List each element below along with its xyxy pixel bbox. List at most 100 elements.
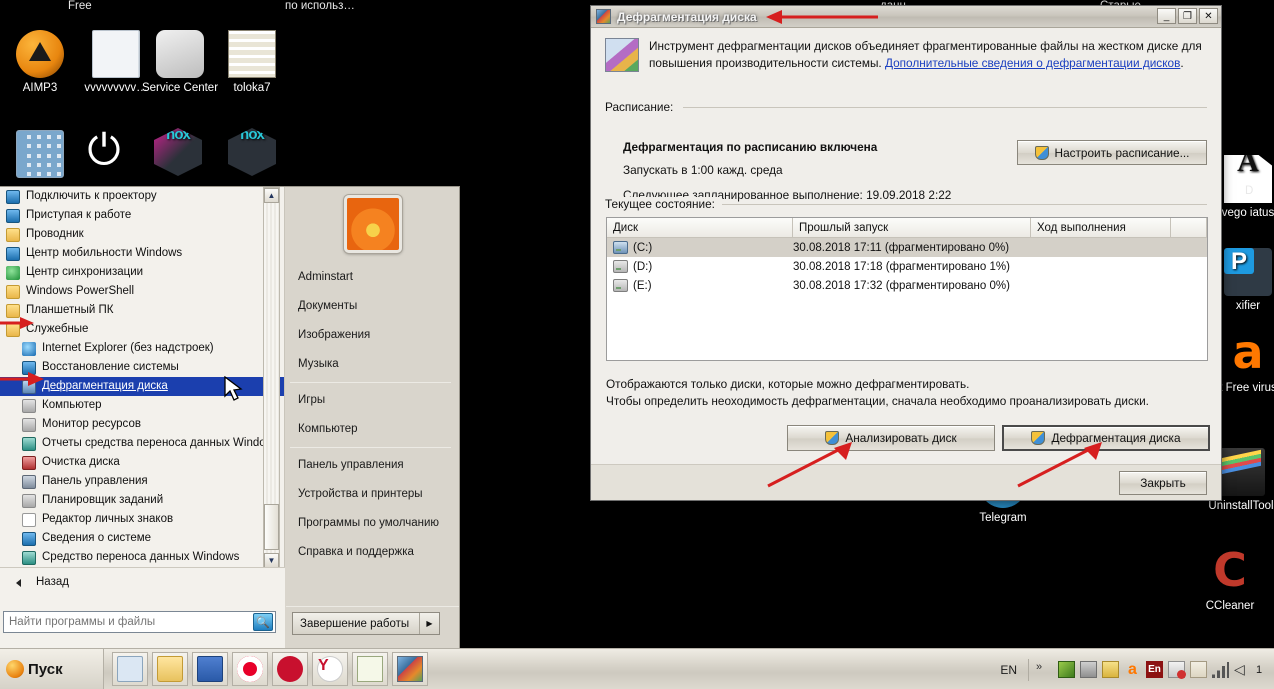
configure-schedule-button[interactable]: Настроить расписание... xyxy=(1017,140,1207,165)
desktop-icon-nox[interactable] xyxy=(214,128,290,180)
analyze-disk-button[interactable]: Анализировать диск xyxy=(787,425,995,451)
start-right-item-control-panel[interactable]: Панель управления xyxy=(286,451,459,480)
start-menu-program-list[interactable]: Подключить к проектору Приступая к работе… xyxy=(0,187,284,569)
taskbar-button-yandex[interactable]: Y xyxy=(312,652,348,686)
start-button[interactable]: Пуск xyxy=(0,649,104,689)
start-menu-item[interactable]: Дефрагментация диска xyxy=(0,377,284,396)
back-button[interactable]: Назад xyxy=(0,568,285,596)
disk-list-rows[interactable]: (C:) 30.08.2018 17:11 (фрагментировано 0%… xyxy=(607,238,1207,295)
start-menu-item[interactable]: Проводник xyxy=(0,225,284,244)
start-menu-item[interactable]: Компьютер xyxy=(0,396,284,415)
grey-window-icon[interactable] xyxy=(1080,661,1097,678)
nox-player-icon xyxy=(154,128,202,176)
start-menu-item[interactable]: Средство переноса данных Windows xyxy=(0,548,284,567)
disk-list[interactable]: Диск Прошлый запуск Ход выполнения (C:) 3… xyxy=(606,217,1208,361)
desktop-icon-power[interactable] xyxy=(66,128,142,180)
start-right-item-computer[interactable]: Компьютер xyxy=(286,415,459,444)
start-menu-item[interactable]: Windows PowerShell xyxy=(0,282,284,301)
menu-item-icon xyxy=(22,418,36,432)
start-menu-item[interactable]: Центр мобильности Windows xyxy=(0,244,284,263)
avast-icon[interactable]: a xyxy=(1124,661,1141,678)
start-right-item-pictures[interactable]: Изображения xyxy=(286,321,459,350)
quick-launch-bar[interactable]: Y xyxy=(112,652,428,686)
desktop-icon-aimp3[interactable]: AIMP3 xyxy=(2,30,78,95)
taskbar-button-defrag[interactable] xyxy=(392,652,428,686)
tray-language-indicator[interactable]: EN xyxy=(1000,663,1017,677)
start-menu-scrollbar[interactable]: ▲ ▼ xyxy=(263,187,280,569)
column-header-disk[interactable]: Диск xyxy=(607,218,793,237)
maximize-button[interactable]: ❐ xyxy=(1178,8,1197,24)
taskbar-button-explorer[interactable] xyxy=(152,652,188,686)
start-right-item-help-support[interactable]: Справка и поддержка xyxy=(286,538,459,567)
taskbar-button-opera[interactable] xyxy=(232,652,268,686)
menu-item-label: Восстановление системы xyxy=(42,361,179,373)
start-menu-item[interactable]: Планировщик заданий xyxy=(0,491,284,510)
scroll-up-icon[interactable]: ▲ xyxy=(264,188,279,203)
taskbar-button-save-floppy[interactable] xyxy=(192,652,228,686)
start-menu-item[interactable]: Монитор ресурсов xyxy=(0,415,284,434)
start-menu-item[interactable]: Панель управления xyxy=(0,472,284,491)
close-dialog-button[interactable]: Закрыть xyxy=(1119,471,1207,495)
menu-item-label: Средство переноса данных Windows xyxy=(42,551,240,563)
start-right-item-default-programs[interactable]: Программы по умолчанию xyxy=(286,509,459,538)
column-header-progress[interactable]: Ход выполнения xyxy=(1031,218,1171,237)
start-right-item-devices-printers[interactable]: Устройства и принтеры xyxy=(286,480,459,509)
menu-divider xyxy=(290,382,451,383)
start-menu-item[interactable]: Восстановление системы xyxy=(0,358,284,377)
window-titlebar[interactable]: Дефрагментация диска _ ❐ ✕ xyxy=(591,6,1221,28)
clock[interactable]: 1 xyxy=(1256,664,1270,676)
scrollbar-track[interactable] xyxy=(264,203,279,553)
column-header-last-run[interactable]: Прошлый запуск xyxy=(793,218,1031,237)
minimize-button[interactable]: _ xyxy=(1157,8,1176,24)
search-box[interactable]: 🔍 xyxy=(3,611,276,633)
desktop-icon-nox-player[interactable] xyxy=(140,128,216,180)
section-divider xyxy=(703,204,1207,205)
start-menu-item[interactable]: Подключить к проектору xyxy=(0,187,284,206)
start-right-item-documents[interactable]: Документы xyxy=(286,292,459,321)
menu-item-icon xyxy=(22,399,36,413)
more-info-link[interactable]: Дополнительные сведения о дефрагментации… xyxy=(885,56,1180,70)
clipboard-icon[interactable] xyxy=(1102,661,1119,678)
table-row[interactable]: (D:) 30.08.2018 17:18 (фрагментировано 1%… xyxy=(607,257,1207,276)
desktop-icon-toloka7[interactable]: toloka7 xyxy=(214,30,290,95)
start-menu-item[interactable]: Отчеты средства переноса данных Windo xyxy=(0,434,284,453)
desktop-icon-ccleaner[interactable]: CCleaner xyxy=(1192,548,1268,613)
volume-icon[interactable]: ◁ xyxy=(1234,661,1251,678)
start-menu-item[interactable]: Сведения о системе xyxy=(0,529,284,548)
start-menu-item[interactable]: Редактор личных знаков xyxy=(0,510,284,529)
shutdown-button[interactable]: Завершение работы ▶ xyxy=(292,612,440,635)
chevron-right-icon[interactable]: ▶ xyxy=(419,613,439,634)
start-menu-item[interactable]: Планшетный ПК xyxy=(0,301,284,320)
menu-item-icon xyxy=(22,342,36,356)
taskbar-button-calculator[interactable] xyxy=(112,652,148,686)
hand-tool-icon[interactable] xyxy=(1190,661,1207,678)
defragment-disk-button[interactable]: Дефрагментация диска xyxy=(1002,425,1210,451)
table-row[interactable]: (E:) 30.08.2018 17:32 (фрагментировано 0%… xyxy=(607,276,1207,295)
start-menu-item[interactable]: Очистка диска xyxy=(0,453,284,472)
language-en-icon[interactable]: En xyxy=(1146,661,1163,678)
menu-item-label: Подключить к проектору xyxy=(26,190,157,202)
avatar[interactable] xyxy=(343,195,402,253)
start-right-item-music[interactable]: Музыка xyxy=(286,350,459,379)
signal-bars-icon[interactable] xyxy=(1212,661,1229,678)
green-app-icon[interactable] xyxy=(1058,661,1075,678)
network-error-icon[interactable] xyxy=(1168,661,1186,679)
start-menu-item[interactable]: Служебные xyxy=(0,320,284,339)
scroll-down-icon[interactable]: ▼ xyxy=(264,553,279,568)
search-icon[interactable]: 🔍 xyxy=(253,613,273,631)
show-hidden-icons-icon[interactable]: » xyxy=(1036,661,1053,678)
taskbar-button-notepad[interactable] xyxy=(352,652,388,686)
table-row[interactable]: (C:) 30.08.2018 17:11 (фрагментировано 0%… xyxy=(607,238,1207,257)
search-input[interactable] xyxy=(4,616,253,628)
start-menu-item[interactable]: Приступая к работе xyxy=(0,206,284,225)
start-right-item-adminstart[interactable]: Adminstart xyxy=(286,263,459,292)
close-button[interactable]: ✕ xyxy=(1199,8,1218,24)
scrollbar-thumb[interactable] xyxy=(264,504,279,550)
menu-item-icon xyxy=(22,437,36,451)
desktop-icon-service-center[interactable]: Service Center xyxy=(140,30,220,95)
start-right-item-games[interactable]: Игры xyxy=(286,386,459,415)
opera-icon xyxy=(237,656,263,682)
start-menu-item[interactable]: Центр синхронизации xyxy=(0,263,284,282)
start-menu-item[interactable]: Internet Explorer (без надстроек) xyxy=(0,339,284,358)
taskbar-button-abbyy[interactable] xyxy=(272,652,308,686)
